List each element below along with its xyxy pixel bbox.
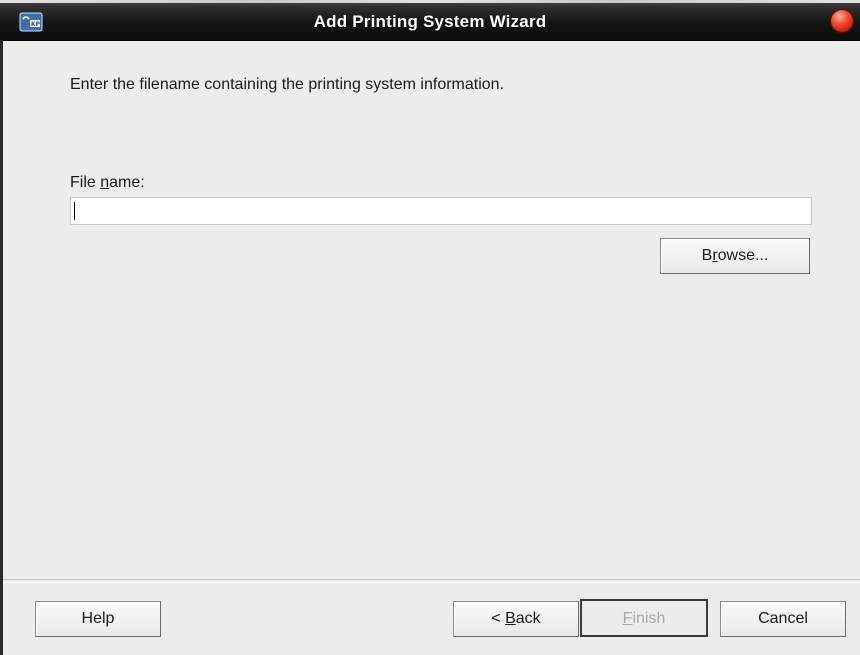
back-mnemonic: B <box>505 610 516 627</box>
back-button[interactable]: < Back <box>453 601 579 637</box>
help-button[interactable]: Help <box>35 601 161 637</box>
finish-button[interactable]: Finish <box>580 599 708 637</box>
title-bar[interactable]: KP Add Printing System Wizard <box>0 0 860 41</box>
browse-post: owse... <box>717 247 769 264</box>
file-label-prefix: File <box>70 174 101 191</box>
footer-separator <box>3 579 860 583</box>
file-label-mnemonic: n <box>100 174 110 191</box>
instruction-text: Enter the filename containing the printi… <box>70 76 505 93</box>
back-pre: < <box>491 610 506 627</box>
browse-button[interactable]: Browse... <box>660 238 810 274</box>
window-title: Add Printing System Wizard <box>313 12 547 31</box>
cancel-button[interactable]: Cancel <box>720 601 846 637</box>
wizard-window: KP Add Printing System Wizard Enter the … <box>0 0 860 655</box>
back-post: ack <box>515 610 541 627</box>
finish-mnemonic: F <box>622 610 633 627</box>
browse-pre: B <box>701 247 713 264</box>
close-icon[interactable] <box>830 9 854 33</box>
file-label-suffix: ame: <box>109 174 145 191</box>
finish-post: inish <box>632 610 666 627</box>
file-name-label: File name: <box>70 174 145 192</box>
text-caret <box>74 202 75 220</box>
window-left-border <box>0 40 3 655</box>
title-bar-highlight <box>0 0 860 3</box>
file-name-input[interactable] <box>70 197 812 225</box>
